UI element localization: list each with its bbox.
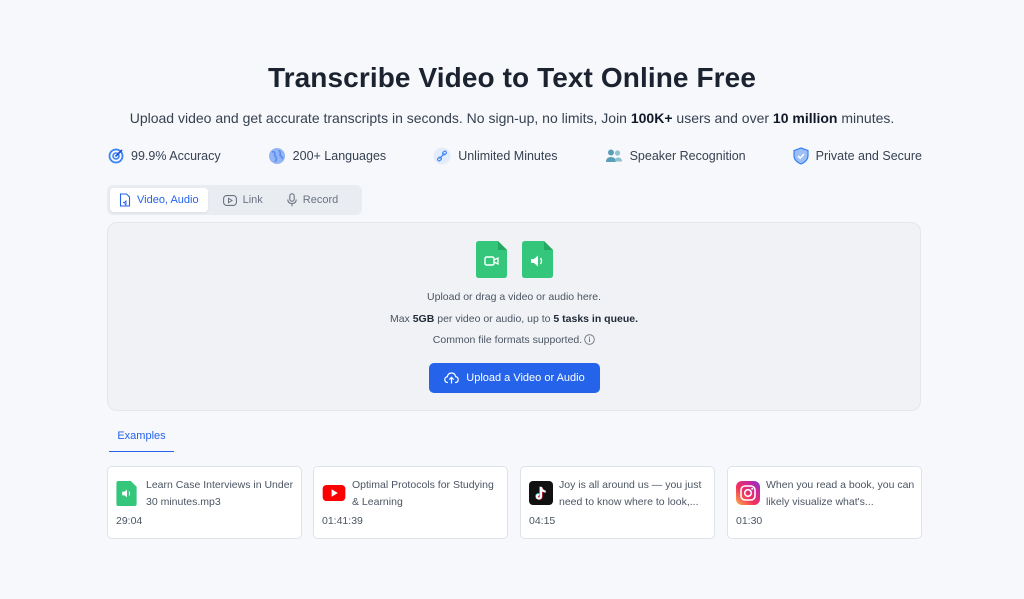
example-title: When you read a book, you can likely vis…	[766, 479, 915, 508]
example-cards: Learn Case Interviews in Under 30 minute…	[107, 466, 922, 539]
youtube-outline-icon	[222, 194, 237, 206]
source-tabs: Video, Audio Link Record	[107, 185, 362, 215]
file-type-icons	[476, 241, 553, 278]
audio-file-icon	[116, 481, 137, 506]
users-icon	[605, 149, 622, 162]
info-icon[interactable]	[584, 334, 595, 345]
feature-secure: Private and Secure	[793, 147, 922, 165]
example-duration: 01:41:39	[322, 515, 363, 527]
upload-button-label: Upload a Video or Audio	[466, 372, 585, 384]
example-duration: 01:30	[736, 515, 763, 527]
tab-label: Record	[302, 194, 339, 206]
example-duration: 29:04	[116, 515, 143, 527]
example-title: Optimal Protocols for Studying & Learnin…	[352, 479, 494, 508]
feature-label: Speaker Recognition	[629, 149, 746, 163]
instagram-icon	[736, 481, 760, 505]
tab-label: Link	[242, 194, 263, 206]
shield-icon	[793, 147, 809, 165]
feature-minutes: Unlimited Minutes	[433, 147, 558, 165]
tab-link[interactable]: Link	[214, 188, 272, 212]
example-title: Joy is all around us — you just need to …	[559, 479, 702, 508]
example-card[interactable]: Joy is all around us — you just need to …	[520, 466, 715, 539]
upload-button[interactable]: Upload a Video or Audio	[429, 363, 600, 393]
tiktok-icon	[529, 481, 553, 505]
cloud-upload-icon	[444, 372, 460, 384]
audio-file-icon	[522, 241, 553, 278]
example-duration: 04:15	[529, 515, 556, 527]
feature-label: 200+ Languages	[292, 149, 387, 163]
feature-languages: 200+ Languages	[268, 147, 387, 165]
feature-label: Private and Secure	[815, 149, 922, 163]
dropzone-instruction: Upload or drag a video or audio here.	[427, 291, 601, 303]
file-audio-icon	[119, 193, 131, 207]
tab-examples[interactable]: Examples	[109, 430, 174, 452]
feature-label: 99.9% Accuracy	[131, 149, 221, 163]
feature-label: Unlimited Minutes	[458, 149, 558, 163]
target-icon	[108, 148, 124, 164]
example-card[interactable]: Optimal Protocols for Studying & Learnin…	[313, 466, 508, 539]
example-title: Learn Case Interviews in Under 30 minute…	[146, 479, 294, 508]
globe-icon	[268, 148, 285, 164]
video-file-icon	[476, 241, 507, 278]
youtube-icon	[322, 485, 346, 502]
feature-speakers: Speaker Recognition	[605, 148, 746, 164]
example-card[interactable]: When you read a book, you can likely vis…	[727, 466, 922, 539]
page-subtitle: Upload video and get accurate transcript…	[129, 110, 895, 126]
link-icon	[433, 147, 451, 165]
tab-label: Video, Audio	[137, 194, 199, 206]
example-card[interactable]: Learn Case Interviews in Under 30 minute…	[107, 466, 302, 539]
upload-dropzone[interactable]: Upload or drag a video or audio here. Ma…	[107, 222, 921, 411]
feature-list: 99.9% Accuracy 200+ Languages Unlimited …	[108, 145, 922, 167]
feature-accuracy: 99.9% Accuracy	[108, 148, 221, 164]
tab-video-audio[interactable]: Video, Audio	[110, 188, 208, 212]
tab-record[interactable]: Record	[278, 188, 347, 212]
dropzone-formats: Common file formats supported.	[108, 334, 920, 346]
page-title: Transcribe Video to Text Online Free	[267, 62, 757, 93]
microphone-icon	[287, 193, 297, 207]
dropzone-limits: Max 5GB per video or audio, up to 5 task…	[389, 313, 639, 325]
